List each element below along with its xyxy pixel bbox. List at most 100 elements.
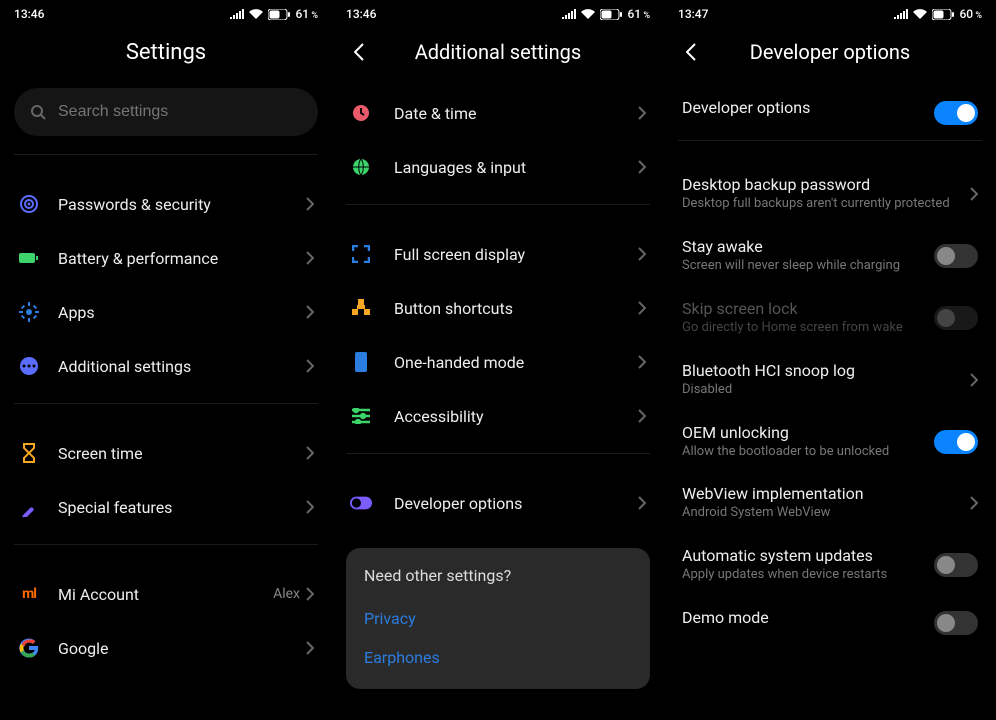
shield-icon <box>18 193 40 215</box>
chevron-right-icon <box>638 247 646 261</box>
row-battery-performance[interactable]: Battery & performance <box>0 231 332 285</box>
row-accessibility[interactable]: Accessibility <box>332 389 664 443</box>
chevron-right-icon <box>970 496 978 510</box>
back-button[interactable] <box>346 39 372 65</box>
chevron-right-icon <box>970 373 978 387</box>
status-right: 60 % <box>894 7 982 21</box>
chevron-left-icon <box>354 43 364 61</box>
toggle-icon <box>350 492 372 514</box>
row-title: WebView implementation <box>682 484 970 503</box>
row-button-shortcuts[interactable]: Button shortcuts <box>332 281 664 335</box>
accessibility-icon <box>350 405 372 427</box>
header: Developer options <box>664 28 996 76</box>
row-languages-input[interactable]: Languages & input <box>332 140 664 194</box>
link-privacy[interactable]: Privacy <box>364 599 632 638</box>
row-apps[interactable]: Apps <box>0 285 332 339</box>
row-passwords-security[interactable]: Passwords & security <box>0 177 332 231</box>
link-earphones[interactable]: Earphones <box>364 638 632 677</box>
row-date-time[interactable]: Date & time <box>332 86 664 140</box>
row-subtitle: Apply updates when device restarts <box>682 567 934 584</box>
chevron-right-icon <box>638 160 646 174</box>
wifi-icon <box>581 9 595 19</box>
row-bluetooth-hci[interactable]: Bluetooth HCI snoop log Disabled <box>664 349 996 411</box>
need-other-title: Need other settings? <box>364 566 632 585</box>
screen-additional-settings: 13:46 61 % Additional settings Date & ti… <box>332 0 664 720</box>
row-title: Developer options <box>682 98 934 117</box>
row-title: Skip screen lock <box>682 299 934 318</box>
status-right: 61 % <box>230 7 318 21</box>
row-label: Additional settings <box>58 357 306 376</box>
page-title: Settings <box>14 40 318 65</box>
battery-icon <box>268 9 290 20</box>
row-one-handed-mode[interactable]: One-handed mode <box>332 335 664 389</box>
button-shortcuts-icon <box>350 297 372 319</box>
row-demo-mode[interactable]: Demo mode <box>664 596 996 650</box>
header: Settings <box>0 28 332 76</box>
toggle-dev-options[interactable] <box>934 101 978 125</box>
wand-icon <box>18 496 40 518</box>
chevron-right-icon <box>638 301 646 315</box>
battery-icon <box>932 9 954 20</box>
row-label: Passwords & security <box>58 195 306 214</box>
row-google[interactable]: Google <box>0 621 332 675</box>
toggle-stay-awake[interactable] <box>934 244 978 268</box>
row-additional-settings[interactable]: Additional settings <box>0 339 332 393</box>
row-subtitle: Go directly to Home screen from wake <box>682 320 934 337</box>
row-label: Accessibility <box>394 407 638 426</box>
row-label: Mi Account <box>58 585 273 604</box>
status-right: 61 % <box>562 7 650 21</box>
signal-icon <box>230 9 244 19</box>
chevron-right-icon <box>306 446 314 460</box>
row-oem-unlocking[interactable]: OEM unlocking Allow the bootloader to be… <box>664 411 996 473</box>
chevron-right-icon <box>306 251 314 265</box>
row-label: Screen time <box>58 444 306 463</box>
status-bar: 13:46 61 % <box>332 0 664 28</box>
row-mi-account[interactable]: ml Mi Account Alex <box>0 567 332 621</box>
battery-pct: 61 % <box>627 7 650 21</box>
row-value: Alex <box>273 586 300 602</box>
chevron-right-icon <box>970 187 978 201</box>
toggle-skip-screen-lock <box>934 306 978 330</box>
signal-icon <box>894 9 908 19</box>
row-subtitle: Allow the bootloader to be unlocked <box>682 444 934 461</box>
search-input[interactable] <box>58 103 302 121</box>
hourglass-icon <box>18 442 40 464</box>
search-icon <box>30 104 46 120</box>
toggle-demo-mode[interactable] <box>934 611 978 635</box>
signal-icon <box>562 9 576 19</box>
google-icon <box>18 637 40 659</box>
mi-logo-icon: ml <box>18 583 40 605</box>
dots-icon <box>18 355 40 377</box>
page-title: Additional settings <box>372 40 624 64</box>
row-title: OEM unlocking <box>682 423 934 442</box>
row-title: Desktop backup password <box>682 175 970 194</box>
row-label: One-handed mode <box>394 353 638 372</box>
toggle-oem-unlocking[interactable] <box>934 430 978 454</box>
toggle-auto-updates[interactable] <box>934 553 978 577</box>
chevron-right-icon <box>306 641 314 655</box>
row-label: Special features <box>58 498 306 517</box>
chevron-right-icon <box>638 355 646 369</box>
back-button[interactable] <box>678 39 704 65</box>
status-time: 13:47 <box>678 7 708 21</box>
status-time: 13:46 <box>14 7 44 21</box>
search-bar[interactable] <box>14 88 318 136</box>
row-devopt-toggle[interactable]: Developer options <box>664 86 996 140</box>
row-stay-awake[interactable]: Stay awake Screen will never sleep while… <box>664 225 996 287</box>
row-screen-time[interactable]: Screen time <box>0 426 332 480</box>
row-title: Stay awake <box>682 237 934 256</box>
status-bar: 13:46 61 % <box>0 0 332 28</box>
row-skip-screen-lock: Skip screen lock Go directly to Home scr… <box>664 287 996 349</box>
battery-icon <box>600 9 622 20</box>
row-auto-system-updates[interactable]: Automatic system updates Apply updates w… <box>664 534 996 596</box>
row-special-features[interactable]: Special features <box>0 480 332 534</box>
row-title: Automatic system updates <box>682 546 934 565</box>
page-title: Developer options <box>704 40 956 64</box>
row-label: Developer options <box>394 494 638 513</box>
globe-icon <box>350 156 372 178</box>
status-bar: 13:47 60 % <box>664 0 996 28</box>
row-full-screen-display[interactable]: Full screen display <box>332 227 664 281</box>
row-desktop-backup-password[interactable]: Desktop backup password Desktop full bac… <box>664 163 996 225</box>
row-developer-options[interactable]: Developer options <box>332 476 664 530</box>
row-webview[interactable]: WebView implementation Android System We… <box>664 472 996 534</box>
